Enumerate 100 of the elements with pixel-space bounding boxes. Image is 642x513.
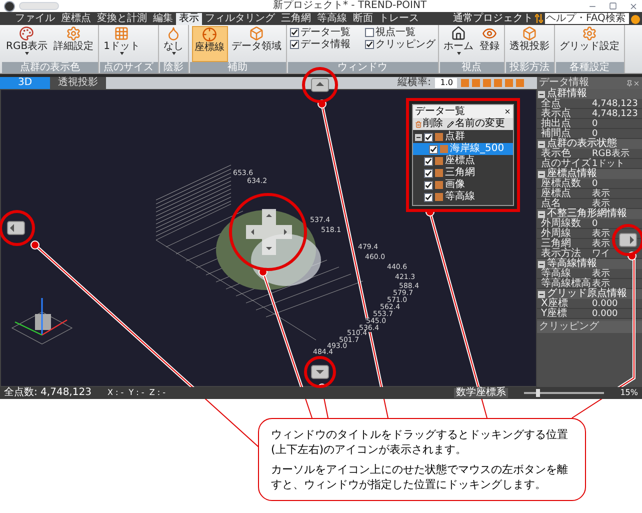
property-name: 表示色 bbox=[541, 149, 572, 158]
toolbar-button[interactable]: 削除 bbox=[415, 119, 443, 129]
collapse-icon[interactable] bbox=[538, 170, 545, 178]
tree-item[interactable]: 点群 bbox=[413, 131, 513, 143]
section-title: 座標点情報 bbox=[547, 169, 597, 179]
help-icon[interactable] bbox=[631, 15, 640, 24]
section-title: 不整三角形網情報 bbox=[547, 209, 627, 219]
caret-icon bbox=[456, 52, 461, 55]
collapse-icon[interactable] bbox=[538, 140, 545, 148]
checkbox[interactable] bbox=[364, 40, 374, 49]
ribbon-button[interactable]: なし bbox=[162, 26, 186, 62]
coordinate-system[interactable]: 数学座標系 bbox=[454, 388, 508, 398]
menu-tab[interactable]: 断面 bbox=[350, 13, 376, 25]
collapse-icon[interactable] bbox=[538, 260, 545, 268]
checkbox-label: クリッピング bbox=[376, 39, 436, 50]
checkbox[interactable] bbox=[424, 180, 433, 190]
maximize-icon[interactable] bbox=[609, 2, 617, 10]
ribbon-icon bbox=[249, 26, 264, 41]
ribbon-group-label: 補助 bbox=[190, 62, 286, 73]
ribbon-button[interactable]: 1ドット bbox=[102, 26, 142, 62]
ribbon-icon bbox=[582, 26, 598, 41]
tree-item[interactable]: 三角網 bbox=[413, 167, 513, 179]
menu-tab[interactable]: 三角網 bbox=[278, 13, 314, 25]
ribbon-group-label: 点群の表示色 bbox=[2, 62, 98, 73]
ribbon-icon bbox=[166, 26, 182, 41]
cursor-coordinates: X : - Y : - Z : - bbox=[107, 389, 166, 397]
ribbon-group-label: ウィンドウ bbox=[288, 62, 438, 73]
panel-header[interactable]: クリッピング bbox=[537, 321, 642, 333]
tree-item[interactable]: 画像 bbox=[413, 179, 513, 191]
dock-compass-icon[interactable] bbox=[246, 209, 292, 255]
ribbon-icon bbox=[202, 27, 218, 42]
checkbox[interactable] bbox=[429, 144, 438, 154]
menu-tab[interactable]: 編集 bbox=[150, 13, 176, 25]
menu-tab[interactable]: 座標点 bbox=[58, 13, 94, 25]
collapse-icon[interactable] bbox=[538, 290, 545, 298]
property-name: 座標点数 bbox=[541, 179, 582, 188]
menu-tab[interactable]: 表示 bbox=[176, 13, 202, 25]
checkbox[interactable] bbox=[424, 156, 433, 166]
sort-arrows-icon[interactable] bbox=[535, 14, 543, 23]
aspect-ratio-field[interactable]: 1.0 bbox=[435, 78, 457, 88]
zoom-slider-thumb[interactable] bbox=[536, 389, 540, 397]
property-value: 表示 bbox=[592, 269, 610, 278]
property-value: 4,748,123 bbox=[592, 99, 638, 108]
toolbar-button[interactable]: 名前の変更 bbox=[447, 119, 505, 129]
checkbox[interactable] bbox=[424, 168, 433, 178]
checkbox[interactable] bbox=[290, 28, 299, 37]
tree-item[interactable]: 海岸線_500 bbox=[413, 143, 513, 155]
ribbon-group-label: 陰影 bbox=[160, 62, 188, 73]
property-name: 点のサイズ bbox=[541, 159, 591, 168]
collapse-icon[interactable] bbox=[538, 90, 545, 98]
view-tab[interactable]: 透視投影 bbox=[50, 77, 106, 89]
tree-label: 等高線 bbox=[445, 192, 475, 202]
section-title: グリッド原点情報 bbox=[547, 289, 627, 299]
menu-tab[interactable]: フィルタリング bbox=[202, 13, 278, 25]
checkbox[interactable] bbox=[364, 28, 374, 37]
checkbox[interactable] bbox=[424, 192, 433, 202]
property-value: 4,748,123 bbox=[592, 109, 638, 118]
dock-icon[interactable] bbox=[7, 221, 25, 235]
menu-tab[interactable]: トレース bbox=[376, 13, 422, 25]
app-logo-icon[interactable] bbox=[4, 0, 15, 12]
collapse-icon[interactable] bbox=[538, 210, 545, 218]
menu-tab[interactable]: 変換と計測 bbox=[94, 13, 150, 25]
property-name: 座標点 bbox=[541, 189, 572, 198]
ribbon-group-label: 視点 bbox=[440, 62, 504, 73]
checkbox[interactable] bbox=[424, 132, 433, 142]
ribbon-button[interactable]: グリッド設定 bbox=[558, 26, 622, 62]
property-value: 表示 bbox=[592, 239, 610, 248]
ribbon-button[interactable]: 登録 bbox=[478, 26, 502, 62]
property-name: 外周線 bbox=[541, 229, 572, 238]
property-value: 表示 bbox=[592, 229, 610, 238]
property-name: 等高線 bbox=[541, 269, 571, 278]
menu-tab[interactable]: ファイル bbox=[12, 13, 58, 25]
checkbox[interactable] bbox=[290, 40, 299, 49]
property-value: 0.000 bbox=[592, 309, 618, 318]
ribbon-button[interactable]: RGB表示 bbox=[4, 26, 50, 62]
ribbon-button[interactable]: 詳細設定 bbox=[52, 26, 96, 62]
window-title: データ一覧 bbox=[415, 106, 465, 116]
dock-icon[interactable] bbox=[311, 78, 329, 92]
view-tab[interactable]: 3D bbox=[0, 77, 50, 89]
property-name: 等高線標高 bbox=[541, 279, 591, 288]
collapse-icon[interactable] bbox=[415, 134, 422, 140]
ribbon-icon bbox=[66, 26, 82, 41]
ribbon-button[interactable]: ホーム bbox=[442, 26, 476, 62]
pin-icon[interactable] bbox=[626, 80, 633, 86]
property-value: 0 bbox=[592, 129, 598, 138]
ribbon-button[interactable]: 透視投影 bbox=[508, 26, 552, 62]
tree-item[interactable]: 座標点 bbox=[413, 155, 513, 167]
menu-tab[interactable]: 等高線 bbox=[314, 13, 350, 25]
property-value: 0.000 bbox=[592, 299, 618, 308]
ribbon-button[interactable]: 座標線 bbox=[192, 26, 228, 62]
point-count: 全点数: 4,748,123 bbox=[4, 388, 92, 398]
close-icon[interactable] bbox=[504, 108, 511, 115]
dock-icon[interactable] bbox=[619, 233, 637, 247]
property-value: 0 bbox=[592, 179, 598, 188]
tree-item[interactable]: 等高線 bbox=[413, 191, 513, 203]
ribbon-button[interactable]: データ領域 bbox=[230, 26, 284, 62]
ribbon-group-label: 点のサイズ bbox=[100, 62, 158, 73]
quick-access-toolbar bbox=[19, 2, 59, 10]
panel-header[interactable]: データ情報 bbox=[537, 77, 642, 89]
dock-icon[interactable] bbox=[311, 365, 329, 379]
